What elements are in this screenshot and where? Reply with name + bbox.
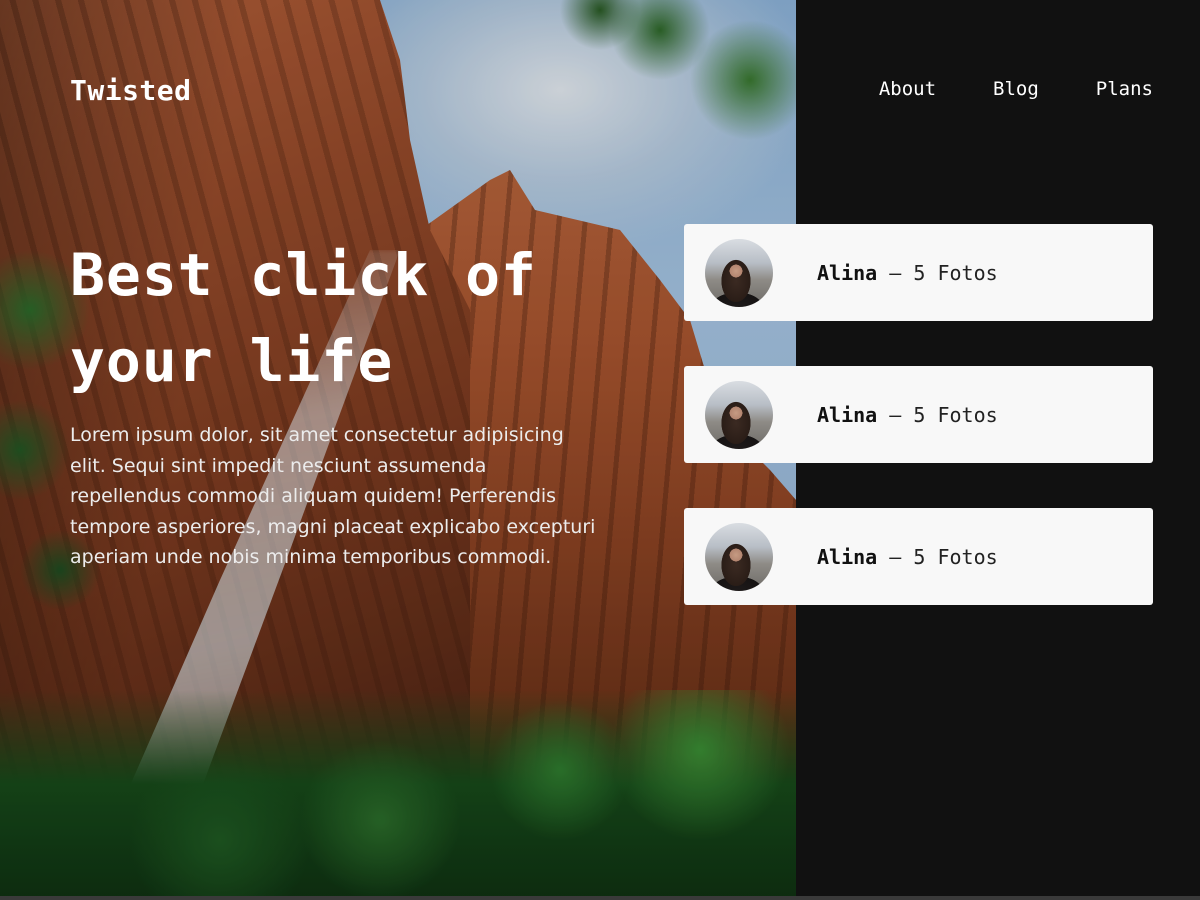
brand-logo[interactable]: Twisted: [70, 74, 192, 107]
card-detail: 5 Fotos: [913, 260, 998, 285]
avatar: [705, 522, 773, 591]
card-caption: Alina — 5 Fotos: [817, 403, 998, 427]
main-nav: About Blog Plans: [879, 78, 1153, 100]
avatar: [705, 238, 773, 307]
card-name: Alina: [817, 544, 878, 569]
photographer-list: Alina — 5 Fotos Alina — 5 Fotos Alina — …: [684, 224, 1153, 650]
card-separator: —: [889, 544, 902, 569]
card-separator: —: [889, 402, 902, 427]
avatar: [705, 380, 773, 449]
photographer-card[interactable]: Alina — 5 Fotos: [684, 366, 1153, 463]
card-detail: 5 Fotos: [913, 402, 998, 427]
card-detail: 5 Fotos: [913, 544, 998, 569]
nav-link-blog[interactable]: Blog: [993, 78, 1039, 100]
photographer-card[interactable]: Alina — 5 Fotos: [684, 508, 1153, 605]
nav-link-about[interactable]: About: [879, 78, 936, 100]
nav-link-plans[interactable]: Plans: [1096, 78, 1153, 100]
hero-headline: Best click of your life: [70, 241, 537, 395]
card-name: Alina: [817, 260, 878, 285]
photographer-card[interactable]: Alina — 5 Fotos: [684, 224, 1153, 321]
card-name: Alina: [817, 402, 878, 427]
hero-description: Lorem ipsum dolor, sit amet consectetur …: [70, 424, 596, 568]
card-separator: —: [889, 260, 902, 285]
card-caption: Alina — 5 Fotos: [817, 261, 998, 285]
card-caption: Alina — 5 Fotos: [817, 545, 998, 569]
bottom-border: [0, 896, 1200, 900]
